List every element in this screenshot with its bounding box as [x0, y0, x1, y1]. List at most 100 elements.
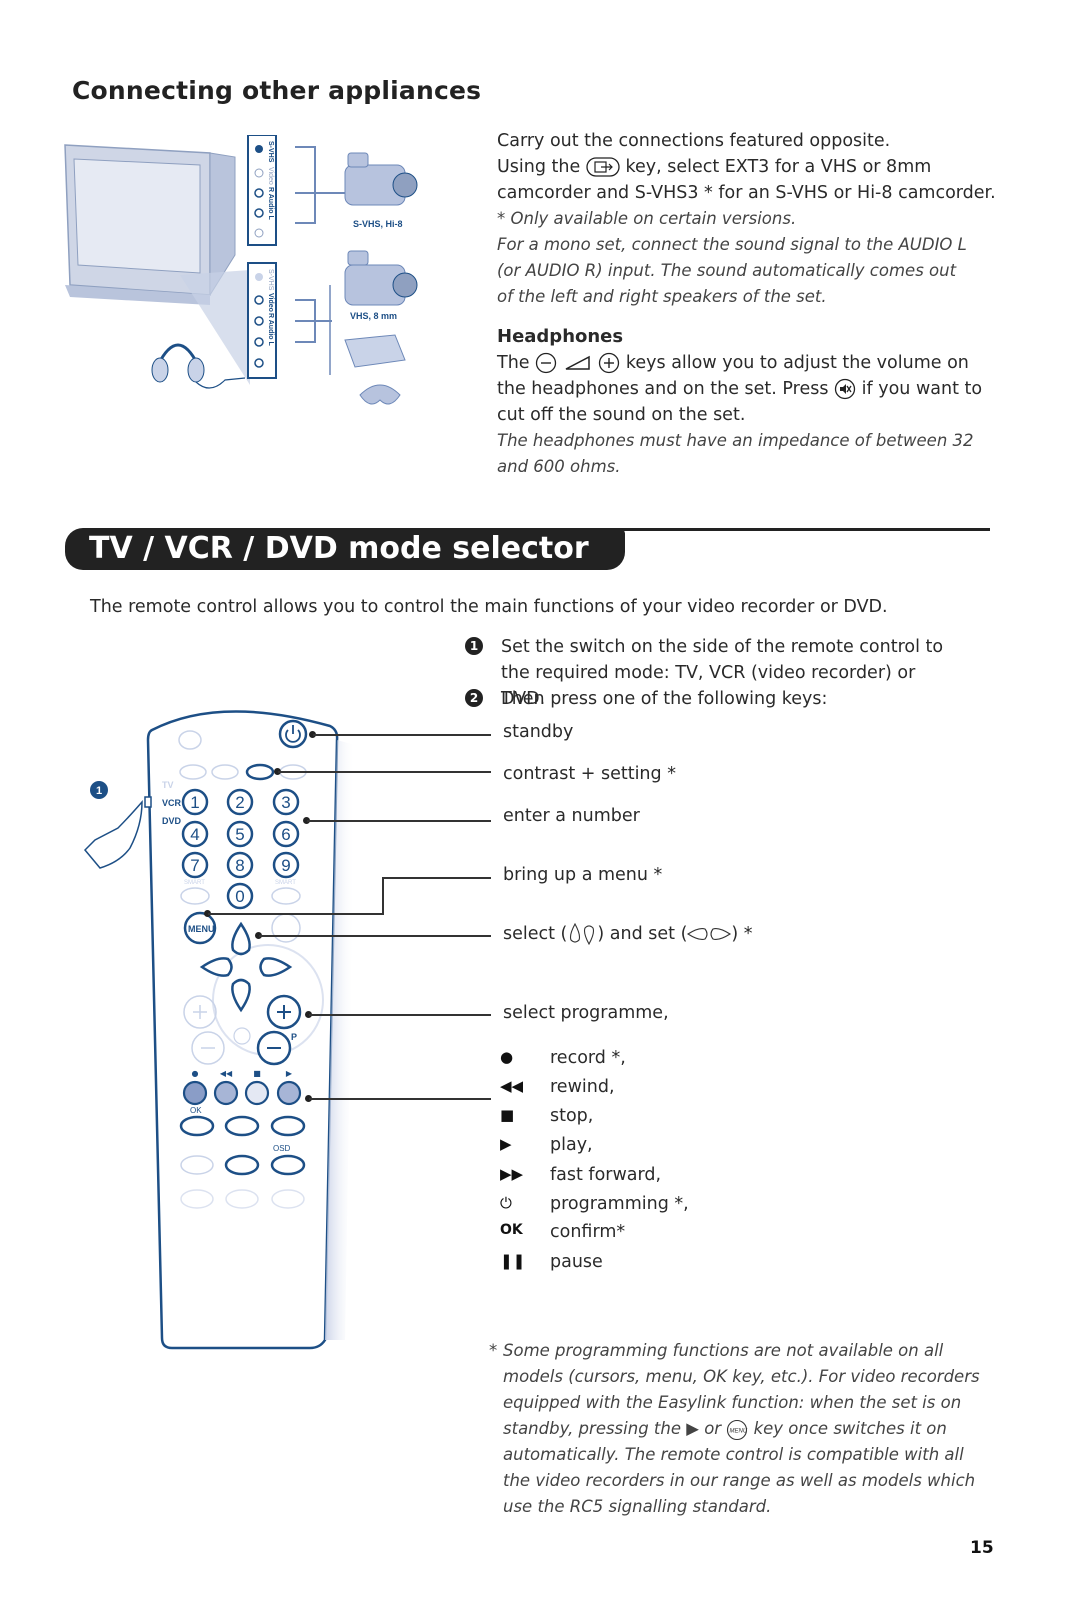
remote-key-contrast[interactable]	[245, 763, 275, 781]
remote-key-digit-2[interactable]: 2	[226, 788, 254, 816]
switch-label-tv: TV	[162, 780, 174, 790]
caption-svhs-hi8: S-VHS, Hi-8	[353, 219, 403, 229]
headphones-heading: Headphones	[497, 326, 624, 347]
legend-label: pause	[550, 1252, 603, 1272]
volume-icon	[565, 355, 590, 370]
digit-label: 6	[281, 825, 290, 844]
remote-key-digit-1[interactable]: 1	[181, 788, 209, 816]
remote-key-osd[interactable]	[270, 1154, 306, 1176]
remote-control-illustration: TV VCR DVD 1 1 2 3 4 5 6 7 8 9 0 SMART SMART MENU…	[83, 710, 355, 1350]
digit-label: 8	[235, 856, 244, 875]
rewind-symbol: ◀◀	[220, 1069, 233, 1078]
smart-label-left: SMART	[184, 880, 205, 886]
mono-note: For a mono set, connect the sound signal…	[497, 235, 967, 306]
remote-key-digit-9[interactable]: 9	[272, 851, 300, 879]
remote-key-digit-7[interactable]: 7	[181, 851, 209, 879]
connector-panel-bottom: S-VHS Video R Audio L	[247, 262, 277, 379]
callout-select-mid: ) and set (	[597, 924, 688, 944]
callout-menu: bring up a menu *	[503, 865, 663, 885]
mode-switch[interactable]	[144, 796, 152, 808]
programming-footnote: * Some programming functions are not ava…	[489, 1338, 983, 1520]
headphones-line-2-post: if you want to	[861, 379, 983, 399]
switch-label-vcr: VCR	[162, 798, 182, 808]
remote-key-digit-0[interactable]: 0	[226, 882, 254, 910]
footnote-or: or	[704, 1419, 722, 1438]
play-symbol: ▶	[286, 1069, 293, 1078]
remote-key-ok[interactable]	[179, 1115, 215, 1137]
digit-label: 3	[281, 793, 290, 812]
page-number: 15	[970, 1538, 994, 1558]
play-icon-inline: ▶	[686, 1419, 699, 1438]
pointing-hand-image	[83, 800, 143, 869]
digit-label: 5	[235, 825, 244, 844]
minus-key-icon	[535, 352, 557, 374]
section-title-mode-selector: TV / VCR / DVD mode selector	[65, 528, 625, 570]
panel-top-label-video: Video	[267, 167, 274, 185]
pause-icon: ❚❚	[500, 1252, 526, 1270]
digit-label: 9	[281, 856, 290, 875]
section-title-connecting: Connecting other appliances	[72, 76, 482, 105]
connections-illustration: S-VHS Video R Audio L S-VHS, Hi-8 S-VHS …	[64, 135, 418, 405]
callout-standby: standby	[503, 722, 574, 742]
callout-number: enter a number	[503, 806, 640, 826]
digit-label: 7	[190, 856, 199, 875]
leader-contrast	[278, 771, 491, 773]
remote-key-digit-4[interactable]: 4	[181, 820, 209, 848]
headphones-line-2-pre: the headphones and on the set. Press	[497, 379, 829, 399]
remote-key-fast-forward[interactable]	[270, 1115, 306, 1137]
footnote-star: *	[489, 1341, 498, 1360]
legend-label: confirm*	[550, 1222, 626, 1242]
marker-1-label: 1	[96, 785, 102, 797]
headphones-line-2: the headphones and on the set. Press if …	[497, 376, 1017, 402]
svg-text:MENU: MENU	[730, 1428, 748, 1434]
legend-label: rewind,	[550, 1077, 615, 1097]
rewind-icon: ◀◀	[500, 1077, 524, 1095]
remote-key-pause[interactable]	[224, 1154, 260, 1176]
legend-label: play,	[550, 1135, 593, 1155]
program-key-label: P	[291, 1032, 297, 1042]
ok-label: OK	[190, 1106, 202, 1115]
versions-note: * Only available on certain versions.	[497, 209, 797, 228]
headphones-line-3: cut off the sound on the set.	[497, 405, 746, 425]
panel-top-label-audio: R Audio L	[267, 187, 274, 221]
step-1-number: 1	[465, 637, 483, 655]
banner-rule	[600, 528, 990, 531]
leader-menu	[208, 913, 384, 915]
step-2-text: Then press one of the following keys:	[501, 689, 828, 709]
fast-forward-icon: ▶▶	[500, 1165, 524, 1183]
osd-label: OSD	[273, 1144, 291, 1153]
menu-key-label: MENU	[188, 924, 215, 934]
intro-line-2: Using the key, select EXT3 for a VHS or …	[497, 154, 1017, 180]
digit-label: 0	[235, 887, 244, 906]
mode-selector-lead: The remote control allows you to control…	[90, 597, 888, 617]
callout-contrast: contrast + setting *	[503, 764, 676, 784]
play-icon: ▶	[500, 1135, 512, 1153]
switch-label-dvd: DVD	[162, 816, 182, 826]
headphones-line-1-post: keys allow you to adjust the volume on	[625, 353, 969, 373]
impedance-note: The headphones must have an impedance of…	[497, 431, 974, 476]
legend-label: stop,	[550, 1106, 594, 1126]
connections-intro: Carry out the connections featured oppos…	[497, 128, 1017, 480]
plus-key-icon	[599, 352, 620, 374]
remote-key-digit-8[interactable]: 8	[226, 851, 254, 879]
gamepad-image	[359, 384, 401, 405]
remote-key-digit-5[interactable]: 5	[226, 820, 254, 848]
up-down-cursor-icon	[570, 923, 595, 945]
callout-program: select programme,	[503, 1003, 669, 1023]
smart-label-right: SMART	[275, 880, 296, 886]
digit-label: 2	[235, 793, 244, 812]
mute-key-icon	[834, 378, 856, 400]
remote-key-timer[interactable]	[224, 1115, 260, 1137]
remote-key-digit-6[interactable]: 6	[272, 820, 300, 848]
av-input-key-icon	[586, 157, 620, 177]
callout-select-post: ) *	[731, 924, 753, 944]
headphones-line-1-pre: The	[497, 353, 530, 373]
record-symbol: ●	[192, 1069, 199, 1078]
record-icon: ●	[500, 1048, 514, 1066]
menu-key-icon: MENU	[727, 1419, 748, 1440]
legend-label: fast forward,	[550, 1165, 662, 1185]
leader-standby	[313, 734, 491, 736]
remote-key-digit-3[interactable]: 3	[272, 788, 300, 816]
ok-icon: OK	[500, 1222, 523, 1238]
panel-top-label-svhs: S-VHS	[267, 141, 274, 163]
